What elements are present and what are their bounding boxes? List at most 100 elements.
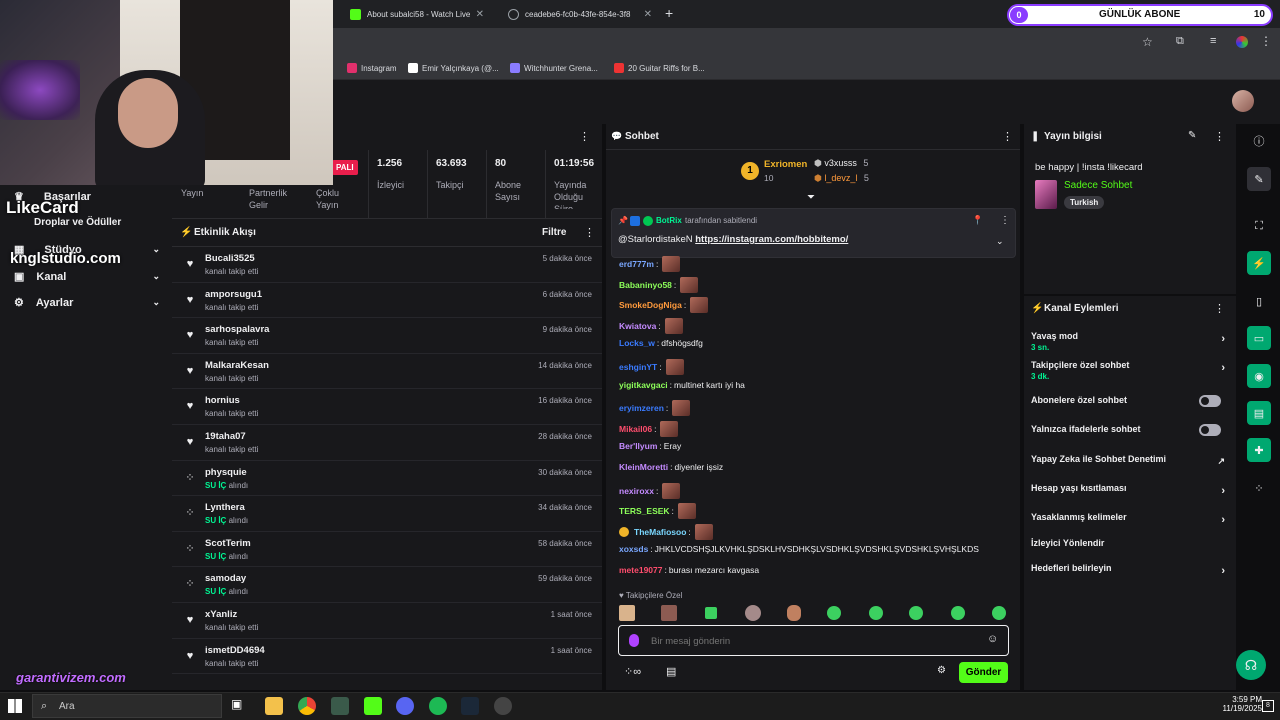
close-tab-icon[interactable]: ✕	[644, 9, 652, 20]
sidebar-item-drops[interactable]: Droplar ve Ödüller	[14, 217, 160, 228]
microphone-icon[interactable]	[629, 634, 639, 647]
channel-action-row[interactable]: Abonelere özel sohbet	[1031, 395, 1227, 417]
feed-row[interactable]: ♥ hornius kanalı takip etti 16 dakika önce	[172, 389, 602, 425]
chat-username[interactable]: Kwiatova	[619, 321, 656, 331]
bookmark-x[interactable]: Emir Yalçınkaya (@...	[408, 60, 499, 76]
feed-row[interactable]: ⁘ samoday SU İÇ alındı 59 dakika önce	[172, 567, 602, 603]
chrome-icon[interactable]	[298, 697, 316, 715]
profile-icon[interactable]	[1236, 36, 1248, 48]
broadcast-icon[interactable]: ◉	[1247, 364, 1271, 388]
emote-button[interactable]	[787, 605, 801, 621]
lightning-icon[interactable]: ⚡	[1247, 251, 1271, 275]
chat-username[interactable]: nexiroxx	[619, 486, 654, 496]
emote-button[interactable]	[619, 605, 635, 621]
feed-username[interactable]: samoday	[205, 573, 246, 584]
media-icon[interactable]: ≡	[1210, 35, 1216, 47]
feed-row[interactable]: ♥ ismetDD4694 kanalı takip etti 1 saat önce	[172, 639, 602, 675]
channel-action-row[interactable]: Takipçilere özel sohbet 3 dk. ›	[1031, 360, 1227, 382]
menu-dots-icon[interactable]: ⋮	[1214, 302, 1225, 315]
bookmark-guitar[interactable]: 20 Guitar Riffs for B...	[614, 60, 705, 76]
emote-image[interactable]	[665, 359, 684, 375]
chat-username[interactable]: eryimzeren	[619, 403, 664, 413]
emoji-icon[interactable]: ☺	[987, 633, 998, 645]
emote-button[interactable]	[869, 606, 883, 620]
channel-action-row[interactable]: Hedefleri belirleyin ›	[1031, 563, 1227, 585]
emote-image[interactable]	[680, 276, 699, 293]
chat-username[interactable]: Mikail06	[619, 424, 652, 434]
clipboard-icon[interactable]: ▯	[1247, 289, 1271, 313]
sidebar-item-settings[interactable]: ⚙ Ayarlar ⌄	[14, 296, 160, 310]
file-explorer-icon[interactable]	[265, 697, 283, 715]
menu-dots-icon[interactable]: ⋮	[579, 130, 590, 143]
chat-username[interactable]: Locks_w	[619, 338, 655, 348]
toggle-switch[interactable]	[1199, 424, 1221, 436]
feed-row[interactable]: ♥ amporsugu1 kanalı takip etti 6 dakika önc…	[172, 283, 602, 319]
feed-row[interactable]: ♥ MalkaraKesan kanalı takip etti 14 dakika …	[172, 354, 602, 390]
discord-icon[interactable]	[396, 697, 414, 715]
feed-username[interactable]: MalkaraKesan	[205, 360, 269, 371]
points-icon[interactable]: ⁘∞	[624, 665, 641, 678]
emote-button[interactable]	[909, 606, 923, 620]
feed-row[interactable]: ♥ xYanliz kanalı takip etti 1 saat önce	[172, 603, 602, 639]
language-tag[interactable]: Turkish	[1064, 196, 1105, 209]
chat-username[interactable]: xoxsds	[619, 544, 648, 554]
leaderboard-third[interactable]: ⬢ l_devz_l 5	[814, 173, 869, 184]
obs-icon[interactable]	[494, 697, 512, 715]
feed-row[interactable]: ♥ 19taha07 kanalı takip etti 28 dakika önce	[172, 425, 602, 461]
chat-username[interactable]: yigitkavgaci	[619, 380, 668, 390]
wrench-icon[interactable]: ✚	[1247, 438, 1271, 462]
chat-username[interactable]: TERS_ESEK	[619, 506, 670, 516]
close-tab-icon[interactable]: ✕	[476, 9, 484, 20]
edit-icon[interactable]: ✎	[1188, 130, 1196, 141]
menu-dots-icon[interactable]: ⋮	[1214, 130, 1225, 143]
fullscreen-icon[interactable]: ⛶	[1247, 214, 1271, 238]
emote-button[interactable]	[661, 605, 677, 621]
channel-action-row[interactable]: Hesap yaşı kısıtlaması ›	[1031, 483, 1227, 505]
emote-image[interactable]	[664, 317, 683, 334]
leaderboard-top-name[interactable]: Exriomen	[764, 159, 807, 170]
pinned-link[interactable]: https://instagram.com/hobbitemo/	[695, 234, 848, 245]
store-icon[interactable]: ▤	[666, 665, 676, 678]
feed-username[interactable]: physquie	[205, 467, 247, 478]
feed-username[interactable]: Bucali3525	[205, 253, 255, 264]
edit-icon[interactable]: ✎	[1247, 167, 1271, 191]
bookmark-witchhunter[interactable]: Witchhunter Grena...	[510, 60, 598, 76]
feed-username[interactable]: amporsugu1	[205, 289, 262, 300]
channel-action-row[interactable]: Yapay Zeka ile Sohbet Denetimi ↗	[1031, 454, 1227, 476]
pin-toggle-icon[interactable]: 📍	[972, 215, 983, 226]
feed-username[interactable]: sarhospalavra	[205, 324, 269, 335]
chat-username[interactable]: eshginYT	[619, 362, 657, 372]
info-icon[interactable]: ⓘ	[1247, 129, 1271, 153]
channel-action-row[interactable]: Yasaklanmış kelimeler ›	[1031, 512, 1227, 534]
emote-image[interactable]	[690, 297, 709, 314]
chat-username[interactable]: Ber'llyum	[619, 441, 657, 451]
chat-bubble-icon[interactable]: ▭	[1247, 326, 1271, 350]
browser-tab-other[interactable]: ceadebe6-fc0b-43fe-854e-3f8 ✕	[500, 4, 660, 24]
clock[interactable]: 3:59 PM 11/19/2025	[1222, 695, 1262, 713]
chat-settings-icon[interactable]: ⚙	[937, 665, 946, 676]
emote-image[interactable]	[660, 420, 679, 437]
notification-count[interactable]: 8	[1262, 700, 1274, 712]
category-thumbnail[interactable]	[1035, 180, 1057, 209]
points-icon[interactable]: ⁘	[1247, 476, 1271, 500]
chat-username[interactable]: Babaninyo58	[619, 280, 672, 290]
emote-image[interactable]	[672, 400, 691, 417]
steam-icon[interactable]	[461, 697, 479, 715]
filter-button[interactable]: Filtre	[542, 227, 566, 238]
layout-icon[interactable]: ▤	[1247, 401, 1271, 425]
emote-button[interactable]	[992, 606, 1006, 620]
leaderboard-second[interactable]: ⬢ v3xusss 5	[814, 158, 868, 169]
feed-row[interactable]: ♥ sarhospalavra kanalı takip etti 9 dakika …	[172, 318, 602, 354]
menu-dots-icon[interactable]: ⋮	[584, 226, 595, 239]
menu-dots-icon[interactable]: ⋮	[1002, 130, 1013, 143]
spotify-icon[interactable]	[429, 697, 447, 715]
app-icon[interactable]	[331, 697, 349, 715]
emote-image[interactable]	[662, 482, 681, 499]
feed-username[interactable]: hornius	[205, 395, 240, 406]
extensions-icon[interactable]: ⧉	[1176, 35, 1184, 48]
feed-row[interactable]: ♥ Bucali3525 kanalı takip etti 5 dakika önc…	[172, 247, 602, 283]
new-tab-button[interactable]: +	[665, 5, 673, 21]
feed-username[interactable]: Lynthera	[205, 502, 245, 513]
taskbar-search[interactable]: ⌕ Ara	[32, 694, 222, 718]
menu-dots-icon[interactable]: ⋮	[1260, 34, 1272, 48]
